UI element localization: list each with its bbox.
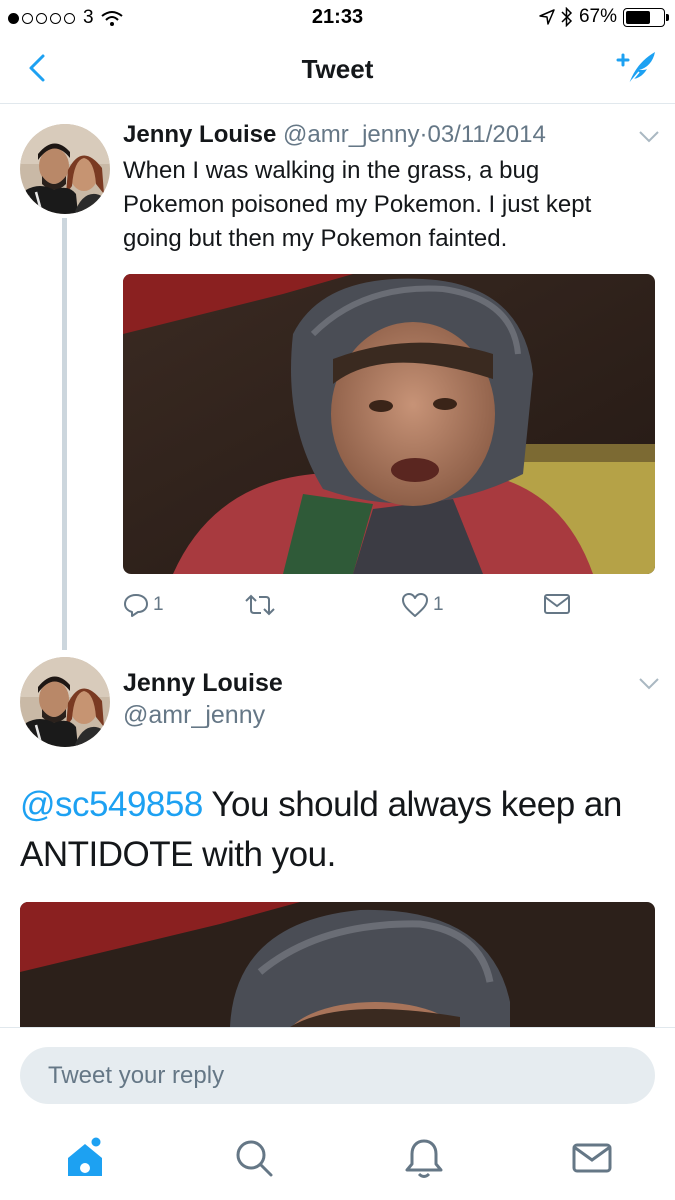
- author-handle[interactable]: @amr_jenny: [123, 701, 265, 730]
- tab-bar: [0, 1122, 675, 1200]
- status-bar: 3 21:33 67%: [0, 0, 675, 34]
- reply-button[interactable]: 1: [123, 592, 164, 618]
- bell-icon[interactable]: [402, 1136, 446, 1180]
- battery-fill: [626, 10, 651, 24]
- page-title: Tweet: [301, 54, 374, 84]
- chevron-down-icon[interactable]: [638, 677, 660, 691]
- author-name[interactable]: Jenny Louise: [123, 121, 276, 148]
- envelope-icon: [544, 594, 570, 614]
- battery-nub: [666, 13, 669, 21]
- thread-line: [62, 218, 67, 650]
- location-arrow-icon: [539, 9, 555, 25]
- avatar-photo: [20, 657, 110, 747]
- like-count: 1: [433, 594, 444, 615]
- tweet-date: 03/11/2014: [427, 121, 546, 148]
- heart-icon: [402, 593, 428, 617]
- battery-icon: [623, 7, 669, 27]
- avatar[interactable]: [20, 657, 110, 747]
- battery-percent: 67%: [578, 6, 617, 27]
- retweet-icon: [245, 594, 275, 616]
- media-photo: [20, 902, 655, 1027]
- bluetooth-icon: [561, 7, 573, 27]
- reply-count: 1: [153, 594, 164, 615]
- chevron-down-icon[interactable]: [638, 130, 660, 144]
- tweet-text: @sc549858 You should always keep an ANTI…: [20, 780, 660, 880]
- retweet-button[interactable]: [245, 592, 279, 618]
- tweet-text: When I was walking in the grass, a bug P…: [123, 157, 592, 252]
- direct-message-button[interactable]: [543, 592, 571, 616]
- avatar-photo: [20, 124, 110, 214]
- tweet-actions: 1 1: [123, 592, 573, 622]
- tweet-media[interactable]: [20, 902, 655, 1027]
- envelope-icon[interactable]: [570, 1136, 614, 1180]
- author-name[interactable]: Jenny Louise: [123, 669, 283, 698]
- avatar[interactable]: [20, 124, 110, 214]
- reply-placeholder: Tweet your reply: [48, 1061, 225, 1089]
- search-icon[interactable]: [232, 1136, 276, 1180]
- tweet-header: Jenny Louise @amr_jenny·03/11/2014: [123, 121, 546, 149]
- compose-tweet-icon[interactable]: [615, 48, 657, 88]
- reply-input[interactable]: Tweet your reply: [20, 1047, 655, 1104]
- tweet-media[interactable]: [123, 274, 655, 574]
- mention-link[interactable]: @sc549858: [20, 785, 203, 824]
- reply-icon: [124, 594, 148, 617]
- nav-bar: Tweet: [0, 34, 675, 104]
- like-button[interactable]: 1: [401, 592, 444, 618]
- home-icon[interactable]: [63, 1136, 107, 1180]
- author-handle[interactable]: @amr_jenny: [283, 121, 419, 148]
- media-photo: [123, 274, 655, 574]
- reply-bar: Tweet your reply: [0, 1027, 675, 1122]
